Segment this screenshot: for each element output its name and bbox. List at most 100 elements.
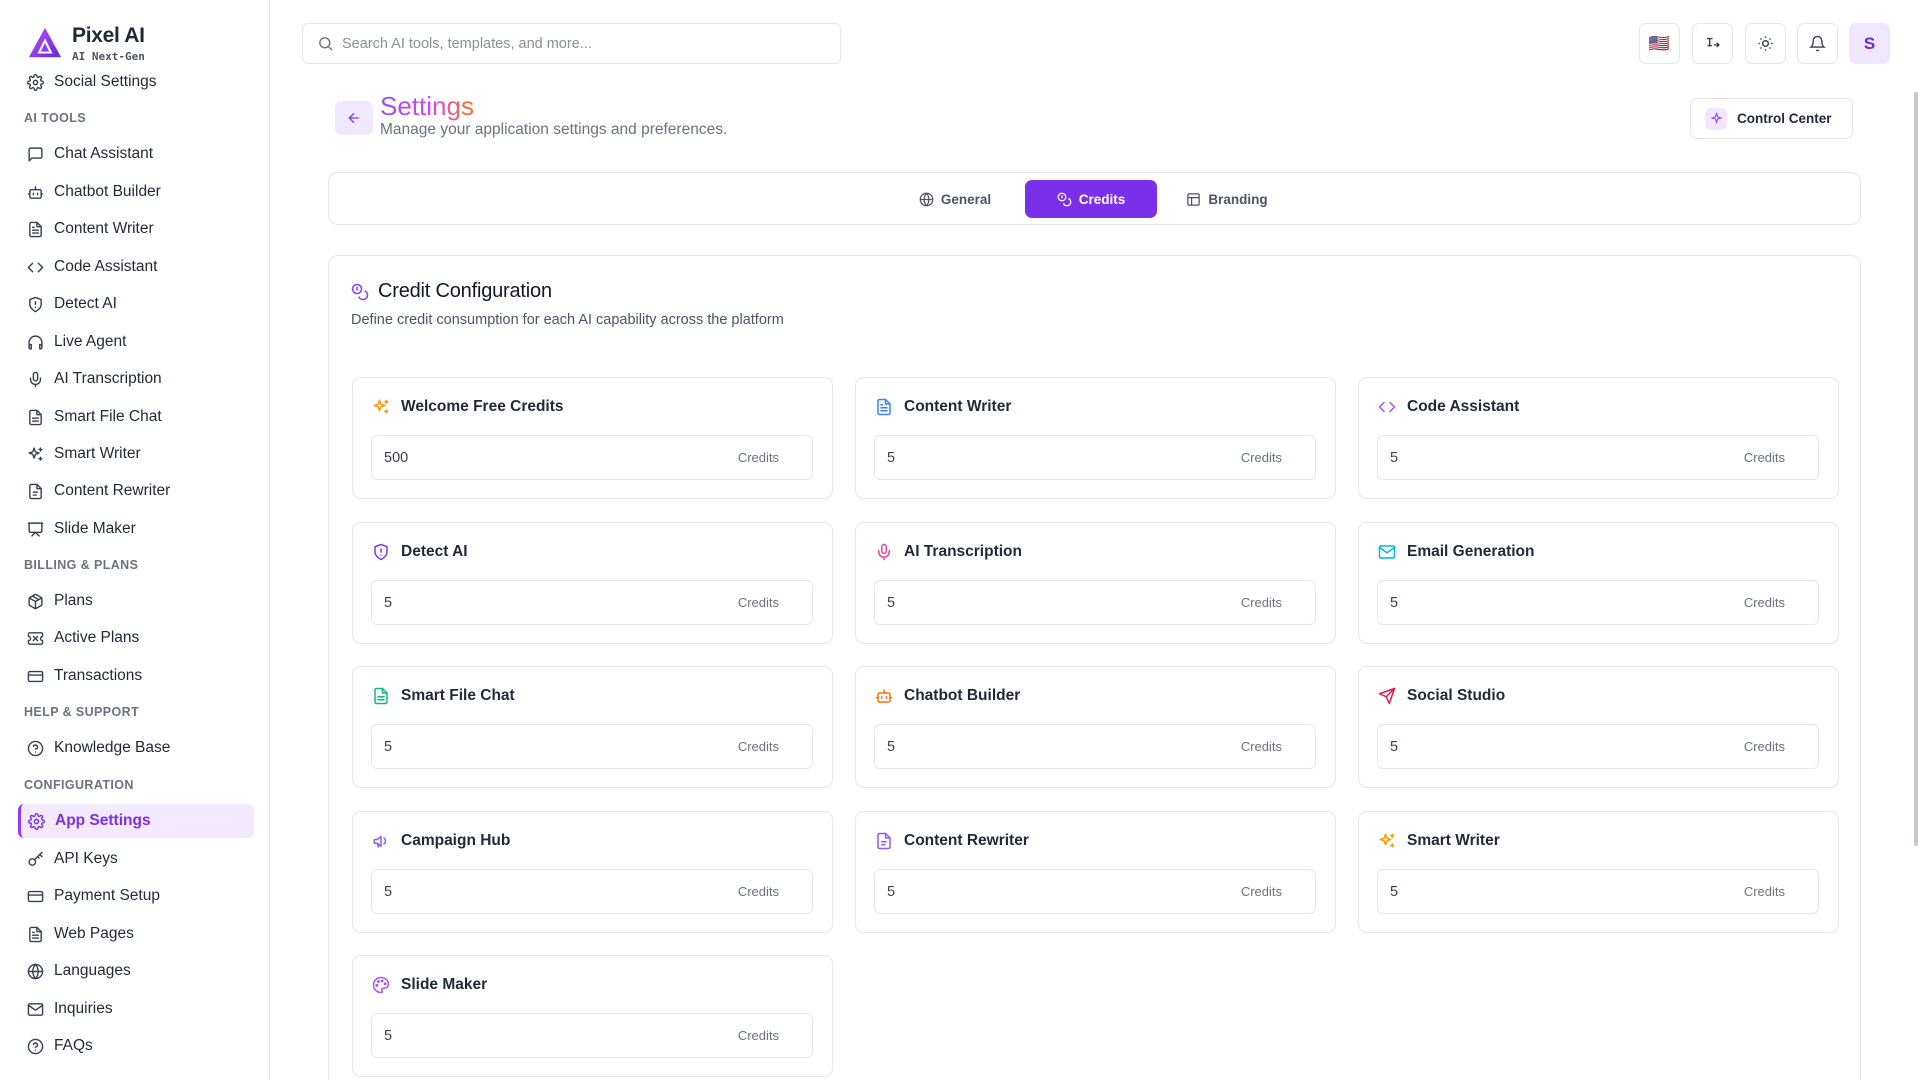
sidebar-item-inquiries[interactable]: Inquiries [18, 992, 254, 1026]
page-title: Settings [380, 91, 474, 121]
sidebar-item-code-assistant[interactable]: Code Assistant [18, 250, 254, 284]
sidebar-item-chatbot-builder[interactable]: Chatbot Builder [18, 175, 254, 209]
credit-unit-label: Credits [737, 739, 779, 754]
credit-value-input[interactable]: 5 Credits [1377, 869, 1819, 914]
translate-icon [1706, 37, 1720, 48]
sidebar-item-faqs[interactable]: FAQs [18, 1029, 254, 1063]
sidebar-item-live-agent[interactable]: Live Agent [18, 325, 254, 359]
notifications-button[interactable] [1797, 23, 1838, 64]
send-icon [1377, 686, 1396, 705]
sidebar: Pixel AI AI Next-Gen Social Settings AI T… [0, 0, 270, 1080]
sidebar-item-detect-ai[interactable]: Detect AI [18, 287, 254, 321]
sidebar-item-content-writer[interactable]: Content Writer [18, 212, 254, 246]
credit-unit-label: Credits [737, 884, 779, 899]
credit-value: 5 [1390, 594, 1399, 611]
mic-icon [26, 370, 44, 388]
sidebar-item-web-pages[interactable]: Web Pages [18, 917, 254, 951]
user-avatar[interactable]: S [1849, 23, 1890, 64]
ticket-icon [26, 629, 44, 647]
brand-name: Pixel AI [72, 24, 145, 47]
credit-value: 5 [1390, 449, 1399, 466]
shield-icon [26, 295, 44, 313]
tab-general-label: General [940, 191, 992, 207]
credit-card-chatbot-builder: Chatbot Builder 5 Credits [855, 666, 1336, 788]
package-icon [26, 592, 44, 610]
translate-button[interactable] [1692, 23, 1733, 64]
credit-value-input[interactable]: 500 Credits [371, 435, 813, 480]
headphones-icon [26, 333, 44, 351]
sidebar-item-transactions[interactable]: Transactions [18, 659, 254, 693]
pixel-ai-logo-icon [28, 27, 62, 57]
sidebar-item-label: Active Plans [54, 629, 140, 646]
back-button[interactable] [335, 101, 373, 135]
sidebar-item-knowledge-base[interactable]: Knowledge Base [18, 731, 254, 765]
credit-value: 5 [887, 594, 896, 611]
credit-card-title: Welcome Free Credits [401, 397, 564, 415]
credit-unit-label: Credits [737, 1028, 779, 1043]
globe-icon [26, 962, 44, 980]
sidebar-item-smart-writer[interactable]: Smart Writer [18, 437, 254, 471]
credit-card-title: Chatbot Builder [904, 686, 1021, 704]
credit-value: 5 [887, 738, 896, 755]
scrollbar[interactable] [1914, 92, 1918, 846]
theme-toggle-button[interactable] [1745, 23, 1786, 64]
bot-icon [26, 183, 44, 201]
sidebar-item-label: Chat Assistant [54, 145, 154, 162]
credit-value: 5 [887, 883, 896, 900]
bot-icon [874, 686, 893, 705]
sidebar-item-active-plans[interactable]: Active Plans [18, 621, 254, 655]
credit-value-input[interactable]: 5 Credits [1377, 435, 1819, 480]
credit-value-input[interactable]: 5 Credits [1377, 724, 1819, 769]
sidebar-item-slide-maker[interactable]: Slide Maker [18, 512, 254, 546]
tab-branding-label: Branding [1208, 191, 1268, 207]
credit-configuration-subtitle: Define credit consumption for each AI ca… [351, 312, 784, 328]
sidebar-item-label: Code Assistant [54, 258, 158, 275]
help-circle-icon [26, 739, 44, 757]
credit-value-input[interactable]: 5 Credits [874, 724, 1316, 769]
control-center-label: Control Center [1737, 111, 1832, 126]
tab-credits[interactable]: Credits [1025, 180, 1157, 218]
sidebar-item-label: App Settings [55, 812, 151, 829]
credit-value-input[interactable]: 5 Credits [874, 435, 1316, 480]
megaphone-icon [371, 831, 390, 850]
sidebar-item-label: Languages [54, 962, 131, 979]
sidebar-item-chat-assistant[interactable]: Chat Assistant [18, 137, 254, 171]
file-icon [26, 408, 44, 426]
credit-value-input[interactable]: 5 Credits [371, 580, 813, 625]
credit-value-input[interactable]: 5 Credits [371, 869, 813, 914]
sidebar-item-smart-file-chat[interactable]: Smart File Chat [18, 400, 254, 434]
sparkles-icon [26, 445, 44, 463]
sidebar-item-languages[interactable]: Languages [18, 954, 254, 988]
credit-unit-label: Credits [1743, 884, 1785, 899]
brand[interactable]: Pixel AI AI Next-Gen [26, 24, 145, 63]
file-icon [371, 686, 390, 705]
credit-value: 5 [384, 594, 393, 611]
credit-value-input[interactable]: 5 Credits [874, 580, 1316, 625]
sidebar-item-ai-transcription[interactable]: AI Transcription [18, 362, 254, 396]
credit-value-input[interactable]: 5 Credits [1377, 580, 1819, 625]
language-flag-button[interactable]: 🇺🇸 [1639, 23, 1680, 64]
sidebar-item-payment-setup[interactable]: Payment Setup [18, 879, 254, 913]
key-icon [26, 850, 44, 868]
arrow-left-icon [348, 112, 359, 124]
tab-branding[interactable]: Branding [1177, 180, 1277, 218]
sidebar-item-app-settings[interactable]: App Settings [18, 804, 254, 838]
credit-value-input[interactable]: 5 Credits [874, 869, 1316, 914]
sidebar-item-label: Smart File Chat [54, 408, 162, 425]
credit-value-input[interactable]: 5 Credits [371, 1013, 813, 1058]
file-text-icon [874, 397, 893, 416]
sidebar-item-api-keys[interactable]: API Keys [18, 842, 254, 876]
sidebar-item-content-rewriter[interactable]: Content Rewriter [18, 474, 254, 508]
sidebar-item-label: Social Settings [54, 73, 157, 90]
help-circle-icon [26, 1037, 44, 1055]
credit-value: 500 [384, 449, 409, 466]
tab-general[interactable]: General [907, 180, 1003, 218]
sidebar-item-social-settings[interactable]: Social Settings [18, 65, 254, 99]
search-input[interactable] [342, 35, 822, 52]
credit-value-input[interactable]: 5 Credits [371, 724, 813, 769]
credit-value: 5 [887, 449, 896, 466]
globe-icon [919, 192, 934, 206]
control-center-button[interactable]: Control Center [1690, 98, 1853, 139]
search-bar[interactable] [302, 23, 841, 64]
sidebar-item-plans[interactable]: Plans [18, 584, 254, 618]
